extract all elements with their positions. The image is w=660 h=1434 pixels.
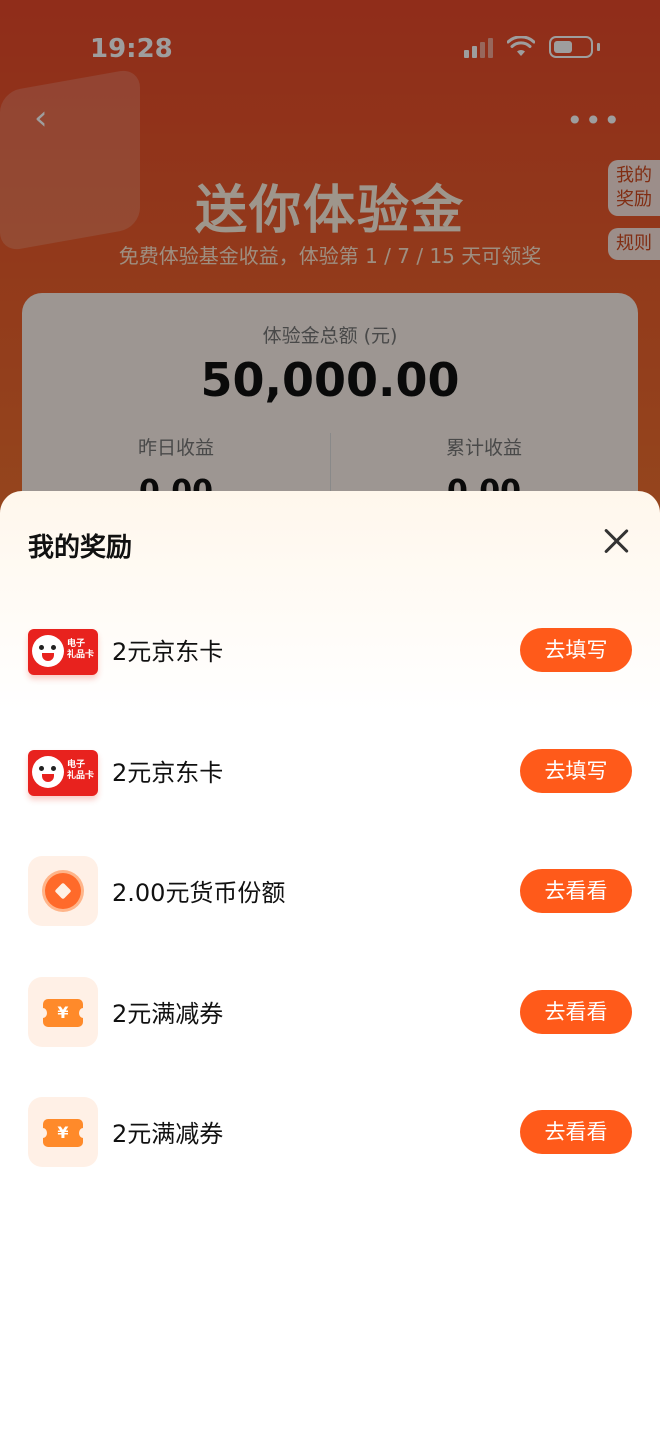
list-item: 2.00元货币份额 去看看 (0, 832, 660, 953)
list-item: 电子 礼品卡 2元京东卡 去填写 (0, 712, 660, 833)
list-item: 电子 礼品卡 2元京东卡 去填写 (0, 591, 660, 712)
coin-icon (28, 856, 98, 926)
reward-name: 2元满减券 (112, 1120, 224, 1148)
list-item: ¥ 2元满减券 去看看 (0, 1073, 660, 1194)
reward-name: 2元京东卡 (112, 638, 224, 666)
reward-name: 2元京东卡 (112, 758, 224, 787)
list-item: ¥ 2元满减券 去看看 (0, 953, 660, 1074)
view-button[interactable]: 去看看 (520, 1110, 632, 1154)
reward-name: 2.00元货币份额 (112, 879, 286, 907)
fill-in-button[interactable]: 去填写 (520, 748, 632, 793)
jd-card-icon: 电子 礼品卡 (28, 615, 98, 685)
close-icon[interactable] (602, 527, 630, 555)
reward-list: 电子 礼品卡 2元京东卡 去填写 电子 礼品卡 2元京东卡 去填写 2.00元货币份… (0, 591, 660, 1194)
view-button[interactable]: 去看看 (520, 989, 632, 1034)
coupon-icon: ¥ (28, 976, 98, 1047)
rewards-sheet: 我的奖励 电子 礼品卡 2元京东卡 去填写 电子 礼品卡 2元京东卡 去填写 2.0… (0, 491, 660, 1434)
coupon-icon: ¥ (28, 1097, 98, 1167)
fill-in-button[interactable]: 去填写 (520, 628, 632, 672)
sheet-title: 我的奖励 (28, 533, 133, 563)
reward-name: 2元满减券 (112, 999, 224, 1028)
jd-card-icon: 电子 礼品卡 (28, 736, 98, 806)
view-button[interactable]: 去看看 (520, 869, 632, 913)
